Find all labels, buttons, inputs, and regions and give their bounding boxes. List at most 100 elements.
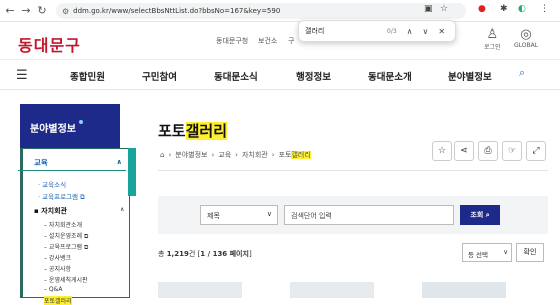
search-input[interactable]: 검색단어 입력 bbox=[284, 205, 454, 225]
menu-icon[interactable]: ⋮ bbox=[540, 4, 549, 14]
side-item-edu-news[interactable]: · 교육소식 bbox=[38, 179, 66, 189]
util-link-ddm[interactable]: 동대문구청 bbox=[216, 36, 248, 46]
search-placeholder: 검색단어 입력 bbox=[291, 212, 332, 220]
user-icon: ♙ bbox=[486, 27, 499, 42]
extension-icon[interactable]: ● bbox=[478, 4, 486, 14]
total-count: 1,219 bbox=[166, 250, 189, 258]
side-sub-item[interactable]: – 설치운영조례 ⧉ bbox=[44, 231, 88, 241]
gallery-thumb[interactable] bbox=[158, 282, 242, 298]
breadcrumb-item[interactable]: 분야별정보 bbox=[175, 150, 207, 160]
site-logo[interactable]: 동대문구 bbox=[18, 32, 81, 56]
globe-icon: ◎ bbox=[520, 27, 532, 42]
nav-item-admin[interactable]: 행정정보 bbox=[296, 69, 331, 83]
bookmark-icon[interactable]: ☆ bbox=[440, 4, 448, 14]
login-button[interactable]: ♙ 로그인 bbox=[484, 27, 501, 52]
page-info: 1 / 136 페이지 bbox=[200, 250, 249, 258]
extensions-icon[interactable]: ✱ bbox=[500, 4, 508, 14]
sub-label: 강사뱅크 bbox=[48, 255, 72, 262]
side-sub-item[interactable]: – 자치회관소개 bbox=[44, 220, 82, 229]
site-info-icon[interactable]: ⚙ bbox=[62, 7, 69, 16]
result-count: 총 1,219건 [1 / 136 페이지] bbox=[158, 250, 252, 258]
sub-label: 설치운영조례 bbox=[48, 233, 83, 240]
address-bar[interactable]: ⚙ ddm.go.kr/www/selectBbsNttList.do?bbsN… bbox=[56, 3, 466, 19]
reload-icon[interactable]: ↻ bbox=[34, 4, 50, 17]
breadcrumb: ⌂ › 분야별정보 › 교육 › 자치회관 › 포토갤러리 bbox=[160, 150, 311, 160]
title-text: 포토 bbox=[158, 122, 186, 140]
find-prev-icon[interactable]: ∧ bbox=[407, 27, 413, 36]
global-button[interactable]: ◎ GLOBAL bbox=[514, 27, 539, 50]
side-item-label: 교육프로그램 bbox=[42, 193, 79, 201]
favorite-icon[interactable]: ☆ bbox=[432, 141, 452, 161]
sub-label: Q&A bbox=[48, 286, 63, 293]
gallery-thumb[interactable] bbox=[422, 282, 506, 298]
title-highlight: 갤러리 bbox=[185, 122, 228, 140]
find-close-icon[interactable]: ✕ bbox=[438, 27, 445, 36]
side-item-edu-program[interactable]: · 교육프로그램 ⧉ bbox=[38, 191, 85, 202]
find-next-icon[interactable]: ∨ bbox=[423, 27, 429, 36]
chevron-up-icon: ∧ bbox=[120, 206, 125, 213]
profile-icon[interactable]: ◐ bbox=[518, 4, 526, 14]
hand-icon[interactable]: ☞ bbox=[502, 141, 522, 161]
nav-item-participation[interactable]: 구민참여 bbox=[142, 69, 177, 83]
side-sub-item[interactable]: – 공지사항 bbox=[44, 264, 71, 273]
chevron-down-icon: ∨ bbox=[503, 248, 508, 256]
side-title: 분야별정보 bbox=[20, 104, 120, 148]
side-sub-item-active[interactable]: 포토갤러리 bbox=[44, 296, 72, 305]
util-link-3[interactable]: 구 bbox=[288, 36, 294, 46]
side-accent bbox=[128, 148, 136, 196]
share-icon[interactable]: ⋖ bbox=[454, 141, 474, 161]
search-button[interactable]: 조회 ⌕ bbox=[460, 205, 500, 225]
dot-icon bbox=[79, 120, 83, 124]
bc-current-text: 포토 bbox=[278, 151, 292, 159]
global-label: GLOBAL bbox=[514, 42, 539, 49]
select-value: 제목 bbox=[207, 212, 220, 220]
side-sub-label: 자치회관 bbox=[41, 207, 67, 215]
site-header: 동대문구 동대문구청 보건소 구 ♙ 로그인 ◎ GLOBAL bbox=[0, 22, 560, 60]
breadcrumb-current: 포토갤러리 bbox=[279, 150, 311, 160]
side-sub-item[interactable]: – 운영세칙게시판 bbox=[44, 275, 88, 284]
sub-label: 공지사항 bbox=[48, 266, 72, 273]
sub-label: 운영세칙게시판 bbox=[48, 277, 88, 284]
chevron-down-icon: ∨ bbox=[266, 210, 272, 218]
bc-highlight: 갤러리 bbox=[291, 151, 311, 159]
per-page-select[interactable]: 등 선택 ∨ bbox=[462, 243, 512, 262]
side-sub-section[interactable]: ▪ 자치회관 bbox=[34, 206, 67, 216]
hamburger-icon[interactable]: ☰ bbox=[16, 68, 28, 83]
page-action-icon[interactable]: ▣ bbox=[424, 4, 433, 14]
util-link-health[interactable]: 보건소 bbox=[258, 36, 277, 46]
sub-label: 자치회관소개 bbox=[48, 222, 83, 229]
side-item-label: 교육소식 bbox=[42, 181, 67, 189]
gallery-thumb[interactable] bbox=[290, 282, 374, 298]
page-title: 포토갤러리 bbox=[158, 120, 228, 141]
url-text: ddm.go.kr/www/selectBbsNttList.do?bbsNo=… bbox=[73, 7, 281, 15]
nav-item-news[interactable]: 동대문소식 bbox=[214, 69, 258, 83]
confirm-button[interactable]: 확인 bbox=[516, 243, 544, 262]
back-icon[interactable]: ← bbox=[2, 4, 18, 17]
nav-item-civil[interactable]: 종합민원 bbox=[70, 69, 105, 83]
side-sub-item[interactable]: – 교육프로그램 ⧉ bbox=[44, 242, 88, 252]
breadcrumb-item[interactable]: 교육 bbox=[218, 150, 231, 160]
print-icon[interactable]: ⎙ bbox=[478, 141, 498, 161]
side-section-label: 교육 bbox=[34, 158, 48, 167]
sub-label: 교육프로그램 bbox=[48, 244, 83, 251]
breadcrumb-item[interactable]: 자치회관 bbox=[242, 150, 268, 160]
home-icon[interactable]: ⌂ bbox=[160, 151, 164, 159]
search-icon[interactable]: ⌕ bbox=[519, 66, 525, 80]
find-input[interactable]: 갤러리 bbox=[305, 26, 365, 36]
find-bar: 갤러리 0/3 ∧ ∨ ✕ bbox=[298, 20, 456, 42]
side-sub-item[interactable]: – 강사뱅크 bbox=[44, 253, 71, 262]
search-type-select[interactable]: 제목 ∨ bbox=[200, 205, 278, 225]
total-unit: 건 bbox=[188, 250, 196, 258]
side-sub-item[interactable]: – Q&A bbox=[44, 286, 62, 293]
forward-icon[interactable]: → bbox=[18, 4, 34, 17]
main-nav: ☰ 종합민원 구민참여 동대문소식 행정정보 동대문소개 분야별정보 ⌕ bbox=[0, 60, 560, 90]
total-label: 총 bbox=[158, 250, 165, 258]
chevron-up-icon: ∧ bbox=[116, 158, 122, 166]
login-label: 로그인 bbox=[484, 44, 501, 51]
expand-icon[interactable]: ⤢ bbox=[526, 141, 546, 161]
side-title-text: 분야별정보 bbox=[30, 124, 76, 135]
side-section-education[interactable]: 교육 ∧ bbox=[18, 157, 126, 171]
nav-item-about[interactable]: 동대문소개 bbox=[368, 69, 412, 83]
search-button-label: 조회 bbox=[470, 211, 484, 219]
nav-item-field[interactable]: 분야별정보 bbox=[448, 69, 492, 83]
